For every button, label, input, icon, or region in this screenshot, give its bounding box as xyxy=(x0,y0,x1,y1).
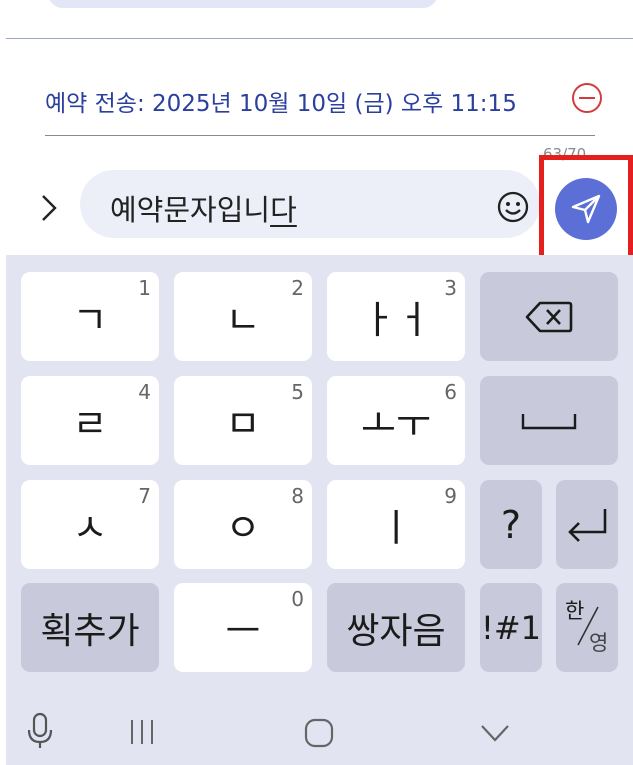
smiley-icon xyxy=(497,191,529,223)
divider xyxy=(6,38,633,39)
message-text: 예약문자입니 xyxy=(110,193,271,227)
emoji-button[interactable] xyxy=(496,190,530,224)
send-button[interactable] xyxy=(555,178,617,240)
backspace-key[interactable] xyxy=(480,272,618,361)
key-label: !#1 xyxy=(481,608,541,647)
key-label: 획추가 xyxy=(40,610,140,652)
key-label: ㄴ xyxy=(225,298,261,342)
key-eu[interactable]: 0 ㅡ xyxy=(174,583,312,672)
previous-message-bubble xyxy=(48,0,438,8)
key-label: ㄹ xyxy=(72,402,108,446)
symbols-key[interactable]: !#1 xyxy=(480,583,542,672)
minus-icon xyxy=(579,97,595,99)
home-button[interactable] xyxy=(304,718,334,752)
composing-character: 다 xyxy=(270,193,297,227)
key-label: ㄱ xyxy=(72,298,108,342)
remove-schedule-button[interactable] xyxy=(572,83,602,113)
send-icon xyxy=(571,194,601,224)
key-number: 8 xyxy=(291,484,304,508)
language-toggle-key[interactable]: 한 영 xyxy=(556,583,618,672)
key-number: 7 xyxy=(138,484,151,508)
chevron-down-icon xyxy=(481,725,509,742)
recent-apps-button[interactable] xyxy=(129,718,157,750)
key-label: 쌍자음 xyxy=(346,610,446,652)
expand-button[interactable] xyxy=(34,190,64,226)
space-key[interactable] xyxy=(480,376,618,465)
question-key[interactable]: ? xyxy=(480,480,542,569)
key-number: 0 xyxy=(291,587,304,611)
key-label: ㅡ xyxy=(225,609,261,653)
key-number: 5 xyxy=(291,380,304,404)
key-label: ㅣ xyxy=(378,506,414,550)
message-input-text[interactable]: 예약문자입니다 xyxy=(110,187,297,229)
key-number: 3 xyxy=(444,276,457,300)
divider xyxy=(45,135,595,136)
key-mieum[interactable]: 5 ㅁ xyxy=(174,376,312,465)
key-number: 9 xyxy=(444,484,457,508)
key-a-eo[interactable]: 3 ㅏㅓ xyxy=(327,272,465,361)
key-label: ㅅ xyxy=(72,506,108,550)
home-icon xyxy=(304,718,334,748)
key-label: ㅇ xyxy=(225,506,261,550)
microphone-button[interactable] xyxy=(26,712,54,754)
microphone-icon xyxy=(27,712,53,748)
chevron-right-icon xyxy=(42,195,57,221)
key-siot[interactable]: 7 ㅅ xyxy=(21,480,159,569)
double-consonant-key[interactable]: 쌍자음 xyxy=(327,583,465,672)
hide-keyboard-button[interactable] xyxy=(480,723,510,747)
key-giyeok[interactable]: 1 ㄱ xyxy=(21,272,159,361)
key-o-u[interactable]: 6 ㅗㅜ xyxy=(327,376,465,465)
key-label: ㅁ xyxy=(225,402,261,446)
lang-english-label: 영 xyxy=(589,631,609,655)
scheduled-send-label[interactable]: 예약 전송: 2025년 10월 10일 (금) 오후 11:15 xyxy=(45,84,517,118)
key-ieung[interactable]: 8 ㅇ xyxy=(174,480,312,569)
add-stroke-key[interactable]: 획추가 xyxy=(21,583,159,672)
key-number: 4 xyxy=(138,380,151,404)
key-number: 6 xyxy=(444,380,457,404)
key-number: 2 xyxy=(291,276,304,300)
backspace-icon xyxy=(525,301,573,332)
recent-apps-icon xyxy=(131,720,153,744)
key-label: ? xyxy=(500,502,522,547)
key-nieun[interactable]: 2 ㄴ xyxy=(174,272,312,361)
key-number: 1 xyxy=(138,276,151,300)
key-label: ㅗㅜ xyxy=(361,402,431,446)
enter-icon xyxy=(568,508,607,542)
key-label: ㅏㅓ xyxy=(361,298,431,342)
key-rieul[interactable]: 4 ㄹ xyxy=(21,376,159,465)
space-icon xyxy=(521,413,577,429)
enter-key[interactable] xyxy=(556,480,618,569)
key-i[interactable]: 9 ㅣ xyxy=(327,480,465,569)
